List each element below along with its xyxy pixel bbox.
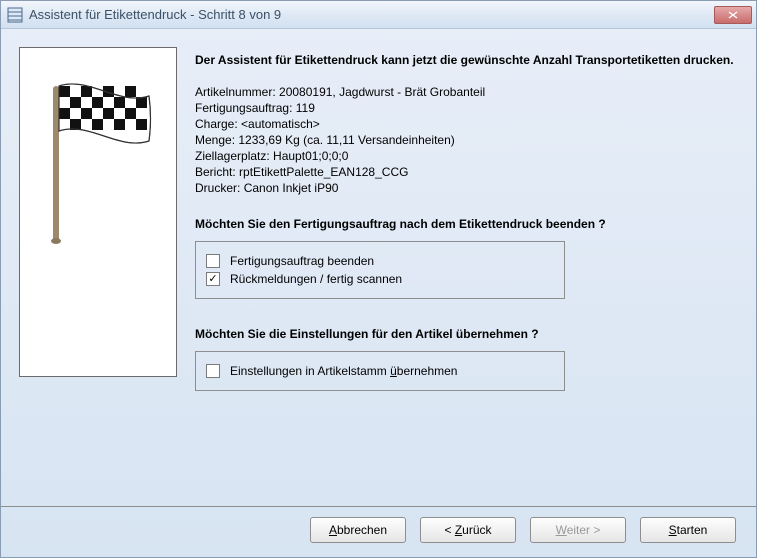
titlebar: Assistent für Etikettendruck - Schritt 8… <box>1 1 756 29</box>
question-save-settings: Möchten Sie die Einstellungen für den Ar… <box>195 327 738 341</box>
back-button[interactable]: < Zurück <box>420 517 516 543</box>
checkbox-icon <box>206 364 220 378</box>
intro-text: Der Assistent für Etikettendruck kann je… <box>195 53 738 67</box>
wizard-window: Assistent für Etikettendruck - Schritt 8… <box>0 0 757 558</box>
checkbox-finish-order[interactable]: Fertigungsauftrag beenden <box>206 254 554 268</box>
close-button[interactable] <box>714 6 752 24</box>
info-artikelnummer: Artikelnummer20080191, Jagdwurst - Brät … <box>195 85 738 99</box>
checkbox-scan-ready[interactable]: Rückmeldungen / fertig scannen <box>206 272 554 286</box>
finish-flag-icon <box>33 76 163 246</box>
info-fertigungsauftrag: Fertigungsauftrag119 <box>195 101 738 115</box>
info-menge: Menge1233,69 Kg (ca. 11,11 Versandeinhei… <box>195 133 738 147</box>
info-list: Artikelnummer20080191, Jagdwurst - Brät … <box>195 85 738 195</box>
checkbox-icon <box>206 254 220 268</box>
app-icon <box>7 7 23 23</box>
info-drucker: DruckerCanon Inkjet iP90 <box>195 181 738 195</box>
info-charge: Charge<automatisch> <box>195 117 738 131</box>
info-bericht: BerichtrptEtikettPalette_EAN128_CCG <box>195 165 738 179</box>
wizard-graphic-panel <box>19 47 177 377</box>
checkbox-save-settings[interactable]: Einstellungen in Artikelstamm übernehmen <box>206 364 554 378</box>
button-bar: Abbrechen < Zurück Weiter > Starten <box>1 506 756 557</box>
checkbox-label: Rückmeldungen / fertig scannen <box>230 272 402 286</box>
start-button[interactable]: Starten <box>640 517 736 543</box>
group-save-settings: Einstellungen in Artikelstamm übernehmen <box>195 351 565 391</box>
main-panel: Der Assistent für Etikettendruck kann je… <box>195 47 738 496</box>
group-finish-order: Fertigungsauftrag beenden Rückmeldungen … <box>195 241 565 299</box>
window-title: Assistent für Etikettendruck - Schritt 8… <box>29 7 714 22</box>
info-ziellagerplatz: ZiellagerplatzHaupt01;0;0;0 <box>195 149 738 163</box>
question-finish-order: Möchten Sie den Fertigungsauftrag nach d… <box>195 217 738 231</box>
cancel-button[interactable]: Abbrechen <box>310 517 406 543</box>
checkbox-label: Einstellungen in Artikelstamm übernehmen <box>230 364 457 378</box>
next-button: Weiter > <box>530 517 626 543</box>
checkbox-icon <box>206 272 220 286</box>
checkbox-label: Fertigungsauftrag beenden <box>230 254 374 268</box>
content-area: Der Assistent für Etikettendruck kann je… <box>1 29 756 506</box>
